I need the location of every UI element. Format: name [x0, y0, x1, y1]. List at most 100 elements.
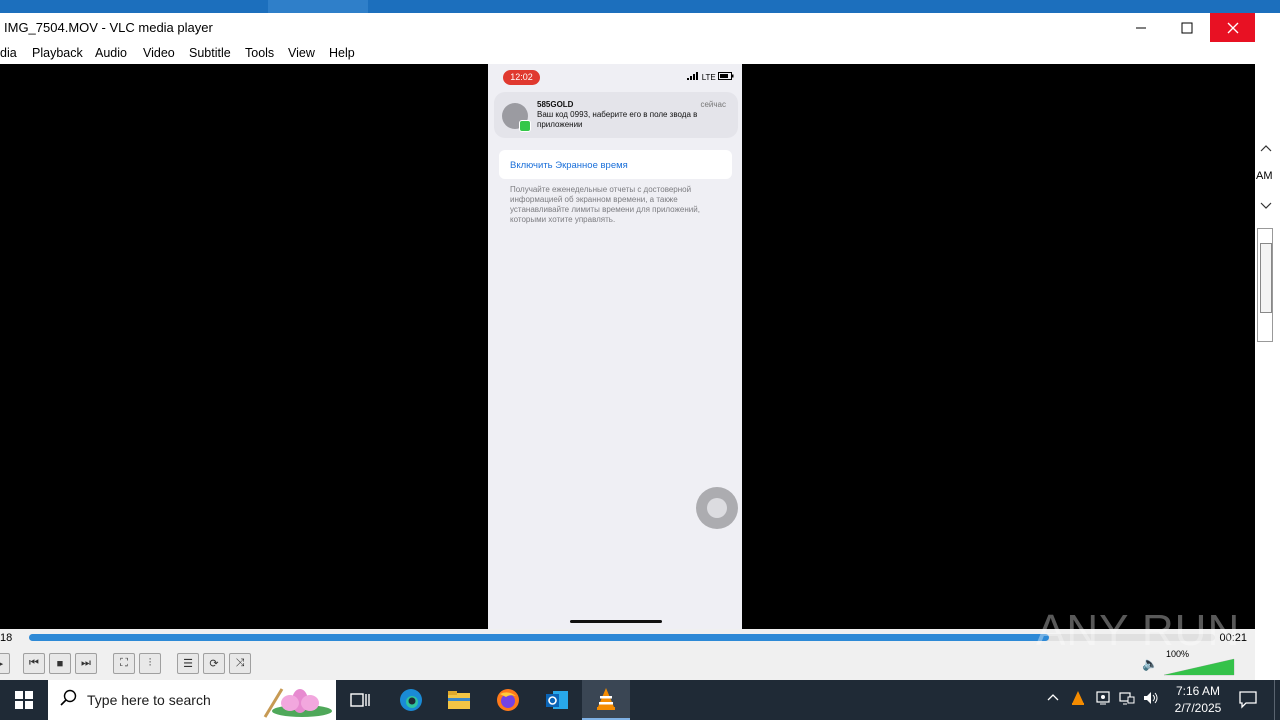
search-placeholder: Type here to search	[87, 692, 211, 708]
network-label: LTE	[701, 73, 716, 82]
chevron-up-icon[interactable]	[1259, 143, 1273, 153]
next-button[interactable]: ⏭	[75, 653, 97, 674]
edge-taskbar-button[interactable]	[387, 680, 435, 720]
status-time: 12:02	[503, 70, 540, 85]
seek-bar-fill	[29, 634, 1049, 641]
playlist-icon: ☰	[183, 658, 193, 670]
contact-avatar	[502, 103, 531, 132]
play-icon: ▶	[0, 657, 3, 670]
menu-view[interactable]: View	[288, 46, 315, 60]
title-bar: IMG_7504.MOV - VLC media player	[0, 13, 1255, 43]
play-button[interactable]: ▶	[0, 653, 10, 674]
show-hidden-icons[interactable]	[1046, 690, 1060, 705]
search-icon	[60, 689, 77, 706]
menu-playback[interactable]: Playback	[32, 46, 83, 60]
signal-icon	[687, 72, 699, 80]
volume-icon	[1144, 692, 1158, 704]
taskbar-search[interactable]: Type here to search	[48, 680, 336, 720]
notification-time: сейчас	[700, 100, 726, 109]
close-icon	[1227, 22, 1238, 33]
scrollbar-thumb[interactable]	[1260, 243, 1272, 313]
menu-help[interactable]: Help	[329, 46, 355, 60]
phone-screen: 12:02 LTE 585GOLD сейчас Ваш код 0993, н…	[488, 64, 742, 629]
scrollbar[interactable]	[1257, 228, 1273, 342]
screen-time-description: Получайте еженедельные отчеты с достовер…	[510, 185, 700, 224]
device-icon	[1096, 691, 1110, 705]
menu-media[interactable]: dia	[0, 46, 17, 60]
shuffle-icon: ⤨	[235, 657, 245, 669]
chevron-down-icon[interactable]	[1259, 201, 1273, 211]
start-button[interactable]	[0, 680, 48, 720]
task-view-button[interactable]	[336, 680, 384, 720]
playlist-button[interactable]: ☰	[177, 653, 199, 674]
assistive-touch-icon	[696, 487, 738, 529]
close-button[interactable]	[1210, 13, 1255, 42]
previous-button[interactable]: ⏮	[23, 653, 45, 674]
maximize-icon	[1181, 22, 1192, 33]
notification-icon	[1239, 691, 1257, 709]
volume-slider[interactable]	[1162, 656, 1236, 676]
firefox-icon	[497, 689, 519, 711]
am-label: AM	[1256, 170, 1273, 182]
control-bar: ▶ ⏮ ■ ⏭ ⛶ ⫶ ☰ ⟳ ⤨ 🔈 100%	[0, 649, 1255, 680]
status-indicators: LTE	[687, 72, 734, 82]
outlook-icon	[546, 691, 568, 709]
show-desktop-button[interactable]	[1274, 680, 1280, 720]
loop-button[interactable]: ⟳	[203, 653, 225, 674]
background-window-edge: AM	[1255, 13, 1280, 680]
minimize-button[interactable]	[1118, 13, 1163, 42]
extended-settings-button[interactable]: ⫶	[139, 653, 161, 674]
tray-vlc[interactable]	[1071, 690, 1085, 709]
top-strip	[0, 0, 1280, 13]
equalizer-icon: ⫶	[148, 657, 152, 669]
vlc-tray-icon	[1072, 691, 1084, 705]
firefox-taskbar-button[interactable]	[484, 680, 532, 720]
task-view-icon	[350, 693, 370, 707]
screen-time-card: Включить Экранное время	[499, 150, 732, 179]
tray-network[interactable]	[1119, 690, 1135, 709]
loop-icon: ⟳	[209, 658, 219, 670]
stop-icon: ■	[56, 657, 64, 670]
stop-button[interactable]: ■	[49, 653, 71, 674]
background-tab	[268, 0, 368, 13]
taskbar-clock[interactable]: 7:16 AM 2/7/2025	[1168, 683, 1228, 717]
edge-icon	[400, 689, 422, 711]
notification-sender: 585GOLD	[537, 100, 574, 109]
messages-icon	[519, 120, 531, 132]
fullscreen-button[interactable]: ⛶	[113, 653, 135, 674]
outlook-taskbar-button[interactable]	[533, 680, 581, 720]
video-area[interactable]: 12:02 LTE 585GOLD сейчас Ваш код 0993, н…	[0, 64, 1255, 629]
menu-bar: dia Playback Audio Video Subtitle Tools …	[0, 43, 1255, 64]
previous-icon: ⏮	[29, 657, 39, 669]
windows-icon	[15, 691, 33, 709]
notification-text: Ваш код 0993, наберите его в поле звода …	[537, 110, 698, 129]
network-icon	[1119, 692, 1135, 705]
clock-date: 2/7/2025	[1174, 701, 1222, 715]
menu-audio[interactable]: Audio	[95, 46, 127, 60]
sms-notification: 585GOLD сейчас Ваш код 0993, наберите ег…	[494, 92, 738, 138]
lotus-decoration-icon	[263, 688, 332, 718]
clock-time: 7:16 AM	[1175, 684, 1221, 698]
shuffle-button[interactable]: ⤨	[229, 653, 251, 674]
menu-tools[interactable]: Tools	[245, 46, 274, 60]
chevron-up-icon	[1047, 694, 1059, 701]
vlc-taskbar-button[interactable]	[582, 680, 630, 720]
minimize-icon	[1135, 27, 1146, 28]
tray-device[interactable]	[1095, 690, 1111, 709]
fullscreen-icon: ⛶	[120, 657, 128, 669]
vlc-icon	[597, 688, 615, 710]
taskbar: Type here to search 7:16 AM 2/7/2025	[0, 680, 1280, 720]
home-indicator	[570, 620, 662, 623]
screen-time-link: Включить Экранное время	[510, 160, 628, 171]
menu-video[interactable]: Video	[143, 46, 175, 60]
elapsed-time: 18	[0, 632, 13, 644]
maximize-button[interactable]	[1164, 13, 1209, 42]
file-explorer-button[interactable]	[435, 680, 483, 720]
action-center-button[interactable]	[1238, 689, 1258, 712]
speaker-icon[interactable]: 🔈	[1142, 656, 1158, 672]
tray-volume[interactable]	[1143, 690, 1159, 709]
folder-icon	[448, 691, 470, 709]
next-icon: ⏭	[81, 657, 91, 669]
battery-icon	[718, 72, 734, 80]
menu-subtitle[interactable]: Subtitle	[189, 46, 231, 60]
